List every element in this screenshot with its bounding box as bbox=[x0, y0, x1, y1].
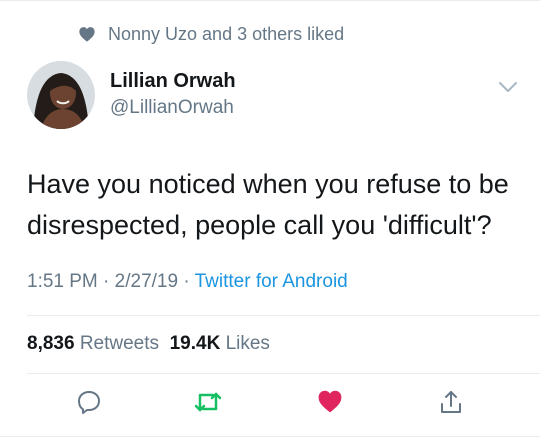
like-button[interactable] bbox=[317, 389, 343, 413]
chevron-down-icon[interactable] bbox=[497, 80, 519, 94]
retweet-icon bbox=[194, 392, 222, 412]
retweet-button[interactable] bbox=[193, 389, 223, 415]
divider bbox=[27, 315, 540, 316]
social-context[interactable]: Nonny Uzo and 3 others liked bbox=[78, 22, 344, 46]
author-handle[interactable]: @LillianOrwah bbox=[110, 97, 234, 119]
tweet-source-link[interactable]: Twitter for Android bbox=[195, 271, 348, 292]
heart-icon bbox=[318, 390, 342, 413]
tweet-time: 1:51 PM bbox=[27, 271, 98, 292]
divider bbox=[27, 373, 540, 374]
avatar[interactable] bbox=[27, 61, 95, 129]
likes-label: Likes bbox=[225, 333, 270, 354]
social-context-text: Nonny Uzo and 3 others liked bbox=[108, 23, 345, 44]
tweet-text: Have you noticed when you refuse to be d… bbox=[27, 164, 527, 246]
share-button[interactable] bbox=[438, 389, 464, 415]
retweets-stat[interactable]: 8,836 Retweets bbox=[27, 333, 159, 354]
bottom-divider bbox=[0, 436, 540, 437]
heart-icon bbox=[79, 27, 95, 42]
tweet-text-line: disrespected, people call you 'difficult… bbox=[27, 210, 492, 240]
author-name[interactable]: Lillian Orwah bbox=[110, 70, 236, 93]
likes-count: 19.4K bbox=[169, 333, 221, 354]
reply-button[interactable] bbox=[76, 389, 102, 415]
avatar-image bbox=[27, 61, 95, 129]
top-divider bbox=[0, 0, 540, 1]
tweet-metadata: 1:51 PM · 2/27/19 · Twitter for Android bbox=[27, 271, 348, 293]
tweet-text-line: Have you noticed when you refuse to be bbox=[27, 169, 509, 199]
likes-stat[interactable]: 19.4K Likes bbox=[170, 333, 270, 354]
meta-separator: · bbox=[178, 271, 195, 292]
retweets-label: Retweets bbox=[79, 333, 160, 354]
reply-icon bbox=[78, 391, 100, 414]
share-icon bbox=[441, 391, 461, 413]
tweet-date: 2/27/19 bbox=[114, 271, 179, 292]
retweets-count: 8,836 bbox=[27, 333, 75, 354]
tweet-stats: 8,836 Retweets 19.4K Likes bbox=[27, 333, 270, 355]
meta-separator: · bbox=[97, 271, 115, 292]
